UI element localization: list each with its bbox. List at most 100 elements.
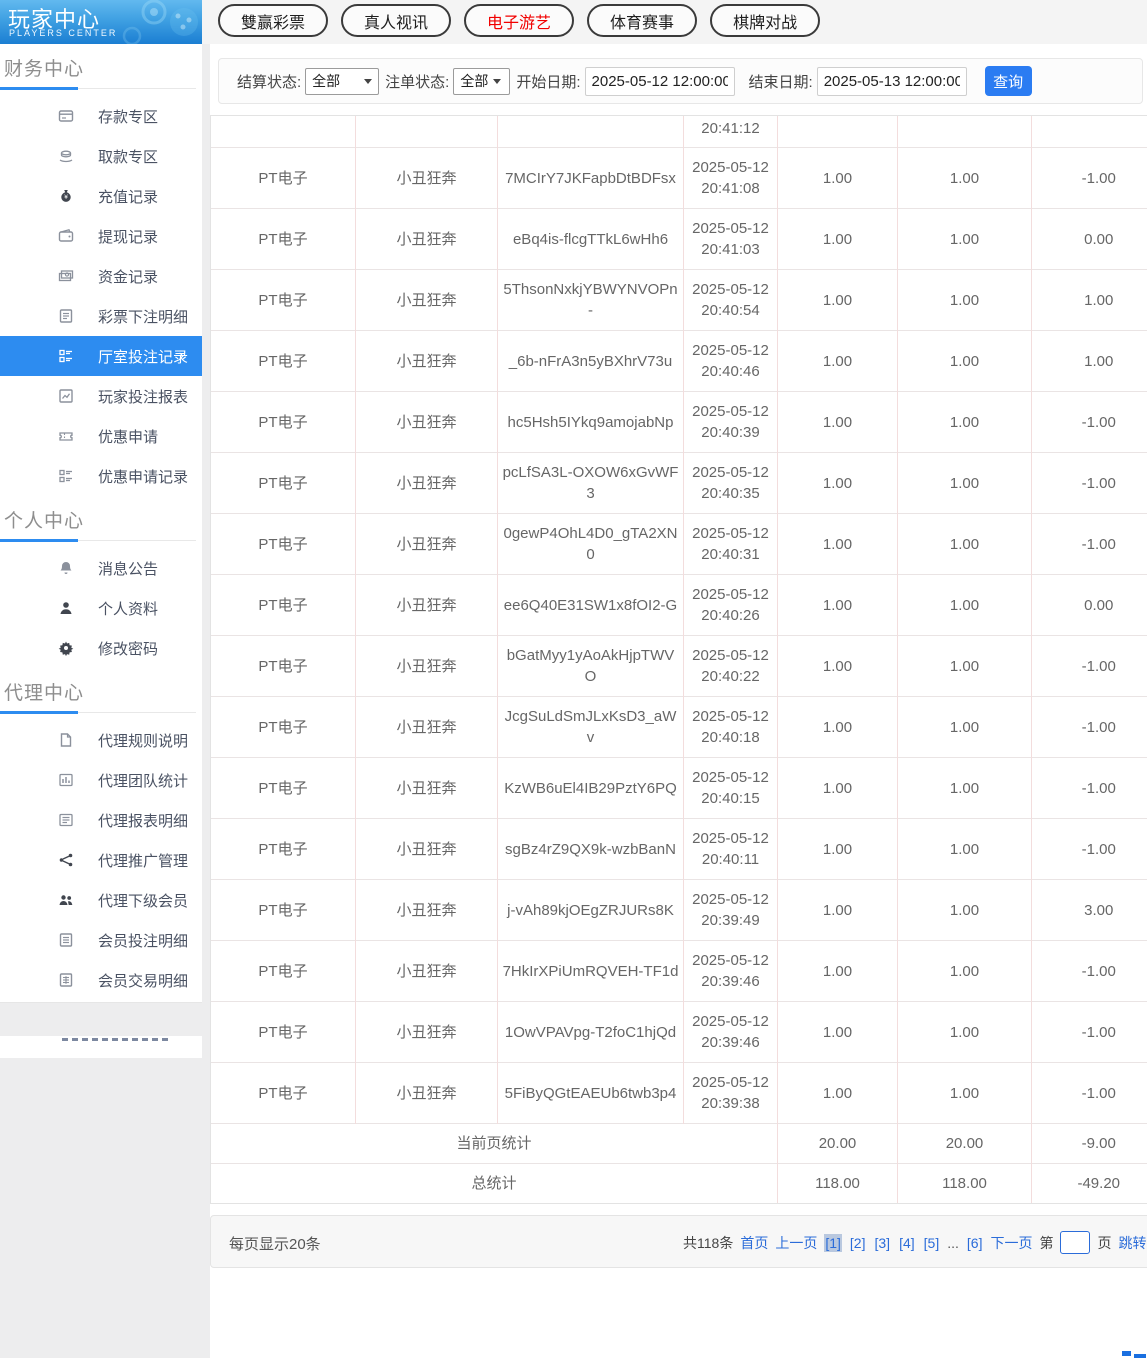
cell-win-loss: 0.00 — [1032, 575, 1147, 636]
sidebar-item[interactable]: 玩家投注报表 — [0, 376, 202, 416]
table-row: PT电子小丑狂奔hc5Hsh5IYkq9amojabNp2025-05-1220… — [211, 392, 1147, 453]
sidebar-section-underline — [0, 87, 202, 90]
cell-hall: PT电子 — [211, 209, 356, 270]
sidebar-item[interactable]: 代理报表明细 — [0, 800, 202, 840]
jump-page-input[interactable] — [1060, 1231, 1090, 1254]
sidebar-item[interactable]: 存款专区 — [0, 96, 202, 136]
sidebar-item[interactable]: 代理推广管理 — [0, 840, 202, 880]
cell-hall: PT电子 — [211, 575, 356, 636]
game-category-tabs: 雙赢彩票真人视讯电子游艺体育赛事棋牌对战 — [218, 4, 820, 37]
sidebar-item[interactable]: 厅室投注记录› — [0, 336, 202, 376]
sidebar-item[interactable]: 代理规则说明 — [0, 720, 202, 760]
sidebar-item-label: 代理报表明细 — [98, 810, 188, 831]
sidebar-item-label: 厅室投注记录 — [98, 346, 188, 367]
summary-valid-amount: 20.00 — [898, 1124, 1032, 1164]
brand-logo: 玩家中心 PLAYERS CENTER — [0, 0, 202, 44]
sidebar-section-underline — [0, 539, 202, 542]
settle-status-select[interactable]: 全部 — [305, 68, 379, 95]
end-date-input[interactable] — [817, 67, 967, 96]
sidebar-item-label: 代理团队统计 — [98, 770, 188, 791]
sidebar-item[interactable]: 提现记录 — [0, 216, 202, 256]
withdraw-hand-icon — [58, 148, 74, 164]
cell-win-loss: -1.00 — [1032, 636, 1147, 697]
cell-win-loss: 1.00 — [1032, 270, 1147, 331]
table-row: PT电子小丑狂奔5FiByQGtEAEUb6twb3p42025-05-1220… — [211, 1063, 1147, 1124]
cell-valid-amount: 1.00 — [898, 1002, 1032, 1063]
cell-win-loss: -1.00 — [1032, 392, 1147, 453]
cell-order-id: sgBz4rZ9QX9k-wzbBanN — [498, 819, 684, 880]
page-link-current[interactable]: [1] — [824, 1234, 842, 1252]
cell-empty — [778, 116, 898, 148]
page-link[interactable]: [4] — [898, 1234, 916, 1252]
next-page-link[interactable]: 下一页 — [990, 1233, 1032, 1253]
cell-order-id: 1OwVPAVpg-T2foC1hjQd — [498, 1002, 684, 1063]
sidebar-item[interactable]: 代理团队统计 — [0, 760, 202, 800]
sidebar-item[interactable]: 会员投注明细 — [0, 920, 202, 960]
tab-棋牌对战[interactable]: 棋牌对战 — [710, 4, 820, 37]
withdrawal-wallet-icon — [58, 228, 74, 244]
cell-empty — [898, 116, 1032, 148]
sidebar-item-label: 玩家投注报表 — [98, 386, 188, 407]
page-link[interactable]: [5] — [923, 1234, 941, 1252]
cell-order-id: 5ThsonNxkjYBWYNVOPn- — [498, 270, 684, 331]
clipped-bottom-widget — [1134, 1354, 1146, 1358]
cell-order-id: 5FiByQGtEAEUb6twb3p4 — [498, 1063, 684, 1124]
order-status-select[interactable]: 全部 — [453, 68, 510, 95]
prev-page-link[interactable]: 上一页 — [775, 1233, 817, 1253]
cell-datetime: 2025-05-1220:40:26 — [684, 575, 778, 636]
start-date-input[interactable] — [585, 67, 735, 96]
cell-hall: PT电子 — [211, 148, 356, 209]
sidebar-item[interactable]: 取款专区 — [0, 136, 202, 176]
cell-win-loss: 1.00 — [1032, 331, 1147, 392]
cell-win-loss: 0.00 — [1032, 209, 1147, 270]
page-link[interactable]: [2] — [849, 1234, 867, 1252]
cell-valid-amount: 1.00 — [898, 148, 1032, 209]
jump-button[interactable]: 跳转 — [1118, 1233, 1146, 1253]
tab-真人视讯[interactable]: 真人视讯 — [341, 4, 451, 37]
cell-win-loss: -1.00 — [1032, 758, 1147, 819]
order-status-value: 全部 — [460, 71, 488, 91]
chevron-down-icon — [493, 79, 501, 84]
sidebar-item[interactable]: 优惠申请 — [0, 416, 202, 456]
cell-datetime: 2025-05-1220:40:15 — [684, 758, 778, 819]
tab-雙赢彩票[interactable]: 雙赢彩票 — [218, 4, 328, 37]
sidebar-item[interactable]: 代理下级会员 — [0, 880, 202, 920]
cell-game: 小丑狂奔 — [356, 941, 498, 1002]
sidebar-item[interactable]: 个人资料 — [0, 588, 202, 628]
cell-game: 小丑狂奔 — [356, 636, 498, 697]
sidebar-item[interactable]: 修改密码 — [0, 628, 202, 668]
cell-hall: PT电子 — [211, 1002, 356, 1063]
first-page-link[interactable]: 首页 — [740, 1233, 768, 1253]
table-row: PT电子小丑狂奔eBq4is-flcgTTkL6wHh62025-05-1220… — [211, 209, 1147, 270]
sidebar-item[interactable]: ¥充值记录 — [0, 176, 202, 216]
cell-bet-amount: 1.00 — [778, 1002, 898, 1063]
cell-datetime: 2025-05-1220:41:03 — [684, 209, 778, 270]
sidebar-item-label: 取款专区 — [98, 146, 158, 167]
summary-win-loss: -9.00 — [1032, 1124, 1147, 1164]
sidebar-item[interactable]: 会员交易明细 — [0, 960, 202, 1000]
cell-order-id: 0gewP4OhL4D0_gTA2XN0 — [498, 514, 684, 575]
cell-bet-amount: 1.00 — [778, 514, 898, 575]
sidebar-item[interactable]: 消息公告 — [0, 548, 202, 588]
tab-体育赛事[interactable]: 体育赛事 — [587, 4, 697, 37]
page-link[interactable]: [3] — [873, 1234, 891, 1252]
table-row: PT电子小丑狂奔7HkIrXPiUmRQVEH-TF1d2025-05-1220… — [211, 941, 1147, 1002]
agent-rules-doc-icon — [58, 732, 74, 748]
cell-order-id: 7MCIrY7JKFapbDtBDFsx — [498, 148, 684, 209]
sidebar-item[interactable]: 优惠申请记录 — [0, 456, 202, 496]
jump-prefix-label: 第 — [1039, 1233, 1053, 1253]
search-button[interactable]: 查询 — [985, 66, 1032, 96]
bets-table-container: 20:41:12PT电子小丑狂奔7MCIrY7JKFapbDtBDFsx2025… — [210, 115, 1147, 1204]
total-summary-row: 总统计118.00118.00-49.20 — [211, 1164, 1147, 1204]
sidebar-item[interactable]: 彩票下注明细 — [0, 296, 202, 336]
pagination-bar: 每页显示20条 共118条首页上一页[1][2][3][4][5]...[6]下… — [210, 1215, 1147, 1268]
tab-active-电子游艺[interactable]: 电子游艺 — [464, 4, 574, 37]
page-link-last[interactable]: [6] — [966, 1234, 984, 1252]
member-bets-doc-icon — [58, 932, 74, 948]
cell-valid-amount: 1.00 — [898, 758, 1032, 819]
sidebar-item-label: 会员交易明细 — [98, 970, 188, 991]
clipped-sidebar-item[interactable] — [0, 1036, 202, 1058]
hall-bets-list-icon — [58, 348, 74, 364]
cell-datetime: 2025-05-1220:39:46 — [684, 941, 778, 1002]
sidebar-item[interactable]: 资金记录 — [0, 256, 202, 296]
